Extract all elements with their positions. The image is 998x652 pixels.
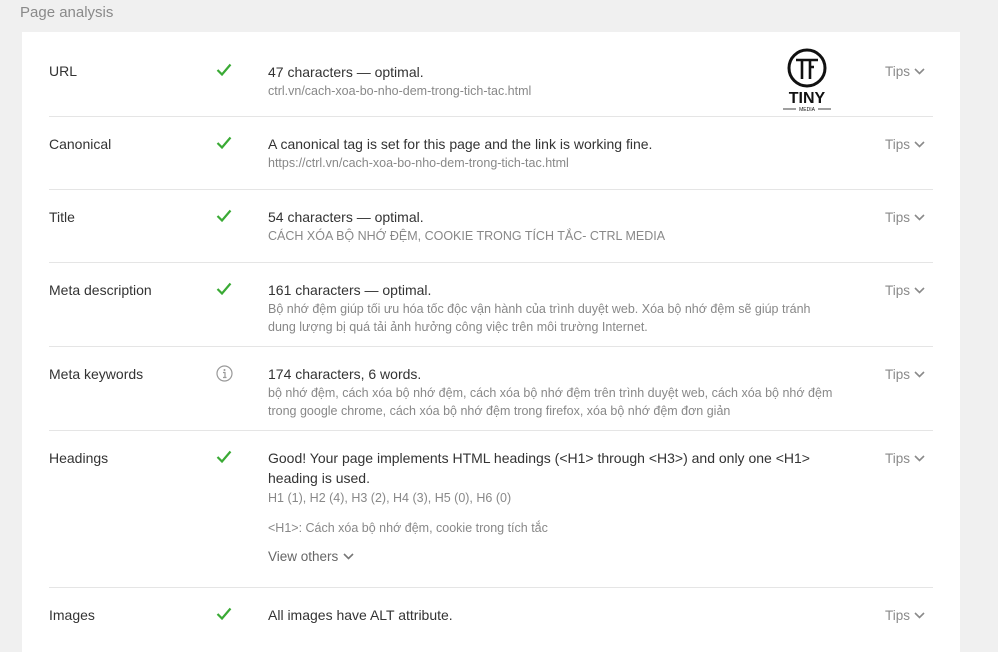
view-others-label: View others — [268, 549, 339, 564]
check-icon — [215, 447, 233, 465]
row-meta-description-value: Bộ nhớ đệm giúp tối ưu hóa tốc độc vận h… — [268, 302, 811, 334]
logo-subtext: MEDIA — [799, 107, 816, 113]
tips-toggle[interactable]: Tips — [885, 367, 925, 382]
row-content: All images have ALT attribute. — [268, 605, 838, 625]
check-icon — [215, 604, 233, 622]
check-icon — [215, 279, 233, 297]
tips-label: Tips — [885, 64, 911, 79]
tips-toggle[interactable]: Tips — [885, 210, 925, 225]
info-icon — [215, 364, 233, 382]
row-label: Meta keywords — [49, 366, 144, 382]
row-main-text: 54 characters — optimal. — [268, 209, 424, 225]
chevron-down-icon — [914, 455, 925, 462]
analysis-row-canonical: Canonical A canonical tag is set for thi… — [49, 117, 933, 190]
chevron-down-icon — [914, 68, 925, 75]
row-main-text: 174 characters, 6 words. — [268, 366, 422, 382]
analysis-panel: URL 47 characters — optimal. ctrl.vn/cac… — [22, 32, 960, 652]
row-label: Title — [49, 209, 75, 225]
tips-label: Tips — [885, 451, 911, 466]
chevron-down-icon — [914, 371, 925, 378]
check-icon — [215, 206, 233, 224]
row-main-text: All images have ALT attribute. — [268, 607, 453, 623]
row-label: Headings — [49, 450, 109, 466]
tips-label: Tips — [885, 210, 911, 225]
row-label: Canonical — [49, 136, 112, 152]
row-url-value: ctrl.vn/cach-xoa-bo-nho-dem-trong-tich-t… — [268, 84, 532, 98]
view-others-button[interactable]: View others — [268, 549, 354, 564]
analysis-row-meta-description: Meta description 161 characters — optima… — [49, 263, 933, 347]
row-content: Good! Your page implements HTML headings… — [268, 448, 813, 566]
row-content: 47 characters — optimal. ctrl.vn/cach-xo… — [268, 62, 838, 100]
chevron-down-icon — [914, 287, 925, 294]
chevron-down-icon — [914, 141, 925, 148]
row-label: Meta description — [49, 282, 152, 298]
analysis-row-url: URL 47 characters — optimal. ctrl.vn/cac… — [49, 32, 933, 117]
row-content: 161 characters — optimal. Bộ nhớ đệm giú… — [268, 280, 838, 336]
h1-value: <H1>: Cách xóa bộ nhớ đệm, cookie trong … — [268, 521, 548, 535]
tips-toggle[interactable]: Tips — [885, 137, 925, 152]
row-main-text: A canonical tag is set for this page and… — [268, 136, 653, 152]
check-icon — [215, 60, 233, 78]
tiny-media-logo: TINY MEDIA — [777, 46, 837, 116]
row-content: A canonical tag is set for this page and… — [268, 134, 838, 172]
tips-label: Tips — [885, 608, 911, 623]
row-title-value: CÁCH XÓA BỘ NHỚ ĐỆM, COOKIE TRONG TÍCH T… — [268, 229, 666, 243]
row-content: 54 characters — optimal. CÁCH XÓA BỘ NHỚ… — [268, 207, 838, 245]
logo-text: TINY — [789, 90, 826, 107]
row-label: URL — [49, 63, 78, 79]
analysis-row-meta-keywords: Meta keywords 174 characters, 6 words. b… — [49, 347, 933, 431]
chevron-down-icon — [914, 214, 925, 221]
row-meta-keywords-value: bộ nhớ đệm, cách xóa bộ nhớ đệm, cách xó… — [268, 386, 833, 418]
row-label: Images — [49, 607, 95, 623]
row-content: 174 characters, 6 words. bộ nhớ đệm, các… — [268, 364, 838, 420]
analysis-row-headings: Headings Good! Your page implements HTML… — [49, 431, 933, 588]
analysis-row-images: Images All images have ALT attribute. Ti… — [49, 588, 933, 648]
row-main-text: Good! Your page implements HTML headings… — [268, 450, 810, 486]
tips-label: Tips — [885, 283, 911, 298]
row-main-text: 161 characters — optimal. — [268, 282, 432, 298]
tips-toggle[interactable]: Tips — [885, 608, 925, 623]
row-main-text: 47 characters — optimal. — [268, 64, 424, 80]
check-icon — [215, 133, 233, 151]
analysis-row-title: Title 54 characters — optimal. CÁCH XÓA … — [49, 190, 933, 263]
tips-toggle[interactable]: Tips — [885, 451, 925, 466]
tips-label: Tips — [885, 367, 911, 382]
tips-toggle[interactable]: Tips — [885, 283, 925, 298]
chevron-down-icon — [343, 553, 354, 560]
section-title: Page analysis — [20, 4, 114, 21]
tips-label: Tips — [885, 137, 911, 152]
tips-toggle[interactable]: Tips — [885, 64, 925, 79]
row-canonical-value: https://ctrl.vn/cach-xoa-bo-nho-dem-tron… — [268, 156, 569, 170]
chevron-down-icon — [914, 612, 925, 619]
headings-count: H1 (1), H2 (4), H3 (2), H4 (3), H5 (0), … — [268, 491, 512, 505]
